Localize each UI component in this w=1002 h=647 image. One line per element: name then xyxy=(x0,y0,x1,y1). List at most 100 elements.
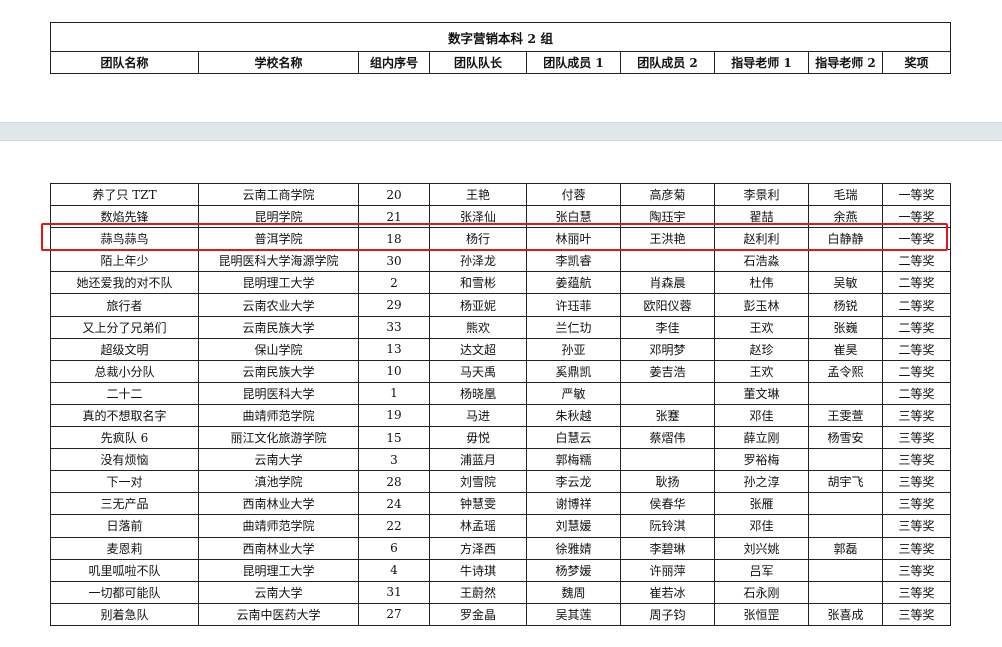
cell-group-seq: 27 xyxy=(358,602,430,626)
cell-member-1: 杨梦媛 xyxy=(526,558,621,582)
cell-advisor-1: 王欢 xyxy=(714,359,809,383)
cell-school-name: 云南大学 xyxy=(198,448,359,472)
cell-advisor-2: 余燕 xyxy=(808,205,883,229)
cell-team-name: 蒜鸟蒜鸟 xyxy=(50,227,199,251)
cell-member-2: 李碧琳 xyxy=(620,536,715,560)
table-row: 一切都可能队 云南大学 31 王蔚然 魏周 崔若冰 石永刚 三等奖 xyxy=(50,580,951,604)
cell-group-seq: 13 xyxy=(358,337,430,361)
cell-advisor-2: 崔昊 xyxy=(808,337,883,361)
cell-advisor-1: 李景利 xyxy=(714,182,809,207)
table-row: 麦恩莉 西南林业大学 6 方泽西 徐雅婧 李碧琳 刘兴姚 郭磊 三等奖 xyxy=(50,536,951,560)
cell-school-name: 西南林业大学 xyxy=(198,492,359,516)
cell-group-seq: 31 xyxy=(358,580,430,604)
cell-award: 三等奖 xyxy=(882,492,951,516)
cell-member-1: 魏周 xyxy=(526,580,621,604)
cell-member-2: 许丽萍 xyxy=(620,558,715,582)
col-captain: 团队队长 xyxy=(429,51,527,74)
cell-school-name: 昆明理工大学 xyxy=(198,558,359,582)
cell-award: 三等奖 xyxy=(882,470,951,494)
header-table: 数字营销本科 2 组 团队名称 学校名称 组内序号 团队队长 团队成员 1 团队… xyxy=(49,22,952,74)
col-award: 奖项 xyxy=(881,51,952,74)
cell-member-1: 姜蕴航 xyxy=(526,271,621,295)
cell-member-2: 耿扬 xyxy=(620,470,715,494)
cell-award: 二等奖 xyxy=(882,249,951,273)
cell-member-2: 蔡熠伟 xyxy=(620,426,715,450)
cell-advisor-2: 杨锐 xyxy=(808,293,883,317)
cell-school-name: 丽江文化旅游学院 xyxy=(198,426,359,450)
cell-group-seq: 20 xyxy=(358,182,430,207)
cell-award: 一等奖 xyxy=(882,182,951,207)
cell-award: 二等奖 xyxy=(882,381,951,405)
cell-captain: 王艳 xyxy=(429,182,527,207)
cell-member-2: 陶珏宇 xyxy=(620,205,715,229)
cell-member-1: 严敏 xyxy=(526,381,621,405)
cell-member-2 xyxy=(620,448,715,472)
cell-captain: 马天禹 xyxy=(429,359,527,383)
cell-advisor-2 xyxy=(808,448,883,472)
cell-advisor-1: 翟喆 xyxy=(714,205,809,229)
cell-award: 三等奖 xyxy=(882,514,951,538)
table-row: 三无产品 西南林业大学 24 钟慧雯 谢博祥 侯春华 张雁 三等奖 xyxy=(50,492,951,516)
cell-group-seq: 6 xyxy=(358,536,430,560)
table-row: 下一对 滇池学院 28 刘雪院 李云龙 耿扬 孙之淳 胡宇飞 三等奖 xyxy=(50,470,951,494)
cell-member-1: 刘慧媛 xyxy=(526,514,621,538)
cell-group-seq: 24 xyxy=(358,492,430,516)
col-group-seq: 组内序号 xyxy=(358,51,430,74)
table-row: 数焰先锋 昆明学院 21 张泽仙 张白慧 陶珏宇 翟喆 余燕 一等奖 xyxy=(50,205,951,229)
cell-team-name: 她还爱我的对不队 xyxy=(50,271,199,295)
cell-member-2: 侯春华 xyxy=(620,492,715,516)
cell-advisor-2: 张巍 xyxy=(808,315,883,339)
table-row: 又上分了兄弟们 云南民族大学 33 熊欢 兰仁玏 李佳 王欢 张巍 二等奖 xyxy=(50,315,951,339)
cell-group-seq: 1 xyxy=(358,381,430,405)
cell-member-1: 谢博祥 xyxy=(526,492,621,516)
cell-member-2: 周子钧 xyxy=(620,602,715,626)
cell-team-name: 三无产品 xyxy=(50,492,199,516)
col-team-name: 团队名称 xyxy=(50,51,199,74)
cell-advisor-2: 张喜成 xyxy=(808,602,883,626)
cell-school-name: 西南林业大学 xyxy=(198,536,359,560)
cell-team-name: 没有烦恼 xyxy=(50,448,199,472)
cell-member-1: 李云龙 xyxy=(526,470,621,494)
cell-team-name: 叽里呱啦不队 xyxy=(50,558,199,582)
cell-group-seq: 21 xyxy=(358,205,430,229)
cell-award: 三等奖 xyxy=(882,558,951,582)
cell-advisor-1: 赵利利 xyxy=(714,227,809,251)
cell-group-seq: 15 xyxy=(358,426,430,450)
table-title: 数字营销本科 2 组 xyxy=(49,22,952,52)
cell-advisor-1: 邓佳 xyxy=(714,514,809,538)
table-row: 先疯队 6 丽江文化旅游学院 15 毋悦 白慧云 蔡熠伟 薛立刚 杨雪安 三等奖 xyxy=(50,426,951,450)
cell-member-1: 白慧云 xyxy=(526,426,621,450)
cell-team-name: 总裁小分队 xyxy=(50,359,199,383)
cell-captain: 毋悦 xyxy=(429,426,527,450)
cell-school-name: 云南大学 xyxy=(198,580,359,604)
col-school-name: 学校名称 xyxy=(198,51,359,74)
column-header-row: 团队名称 学校名称 组内序号 团队队长 团队成员 1 团队成员 2 指导老师 1… xyxy=(50,51,952,74)
cell-captain: 钟慧雯 xyxy=(429,492,527,516)
cell-captain: 刘雪院 xyxy=(429,470,527,494)
cell-group-seq: 22 xyxy=(358,514,430,538)
cell-member-1: 郭梅糯 xyxy=(526,448,621,472)
cell-captain: 达文超 xyxy=(429,337,527,361)
cell-group-seq: 33 xyxy=(358,315,430,339)
cell-member-1: 付蓉 xyxy=(526,182,621,207)
table-row: 别着急队 云南中医药大学 27 罗金晶 吴其莲 周子钧 张恒罡 张喜成 三等奖 xyxy=(50,602,951,626)
cell-team-name: 麦恩莉 xyxy=(50,536,199,560)
cell-team-name: 别着急队 xyxy=(50,602,199,626)
cell-advisor-1: 薛立刚 xyxy=(714,426,809,450)
cell-advisor-1: 邓佳 xyxy=(714,403,809,428)
cell-captain: 王蔚然 xyxy=(429,580,527,604)
cell-captain: 杨行 xyxy=(429,227,527,251)
cell-school-name: 云南农业大学 xyxy=(198,293,359,317)
cell-award: 三等奖 xyxy=(882,403,951,428)
col-advisor-2: 指导老师 2 xyxy=(808,51,883,74)
cell-member-2: 姜吉浩 xyxy=(620,359,715,383)
cell-advisor-2 xyxy=(808,249,883,273)
cell-captain: 杨晓凰 xyxy=(429,381,527,405)
cell-advisor-2 xyxy=(808,558,883,582)
cell-member-1: 许珏菲 xyxy=(526,293,621,317)
cell-award: 二等奖 xyxy=(882,337,951,361)
cell-member-1: 奚鼎凯 xyxy=(526,359,621,383)
cell-member-1: 张白慧 xyxy=(526,205,621,229)
cell-advisor-2 xyxy=(808,492,883,516)
cell-advisor-1: 杜伟 xyxy=(714,271,809,295)
